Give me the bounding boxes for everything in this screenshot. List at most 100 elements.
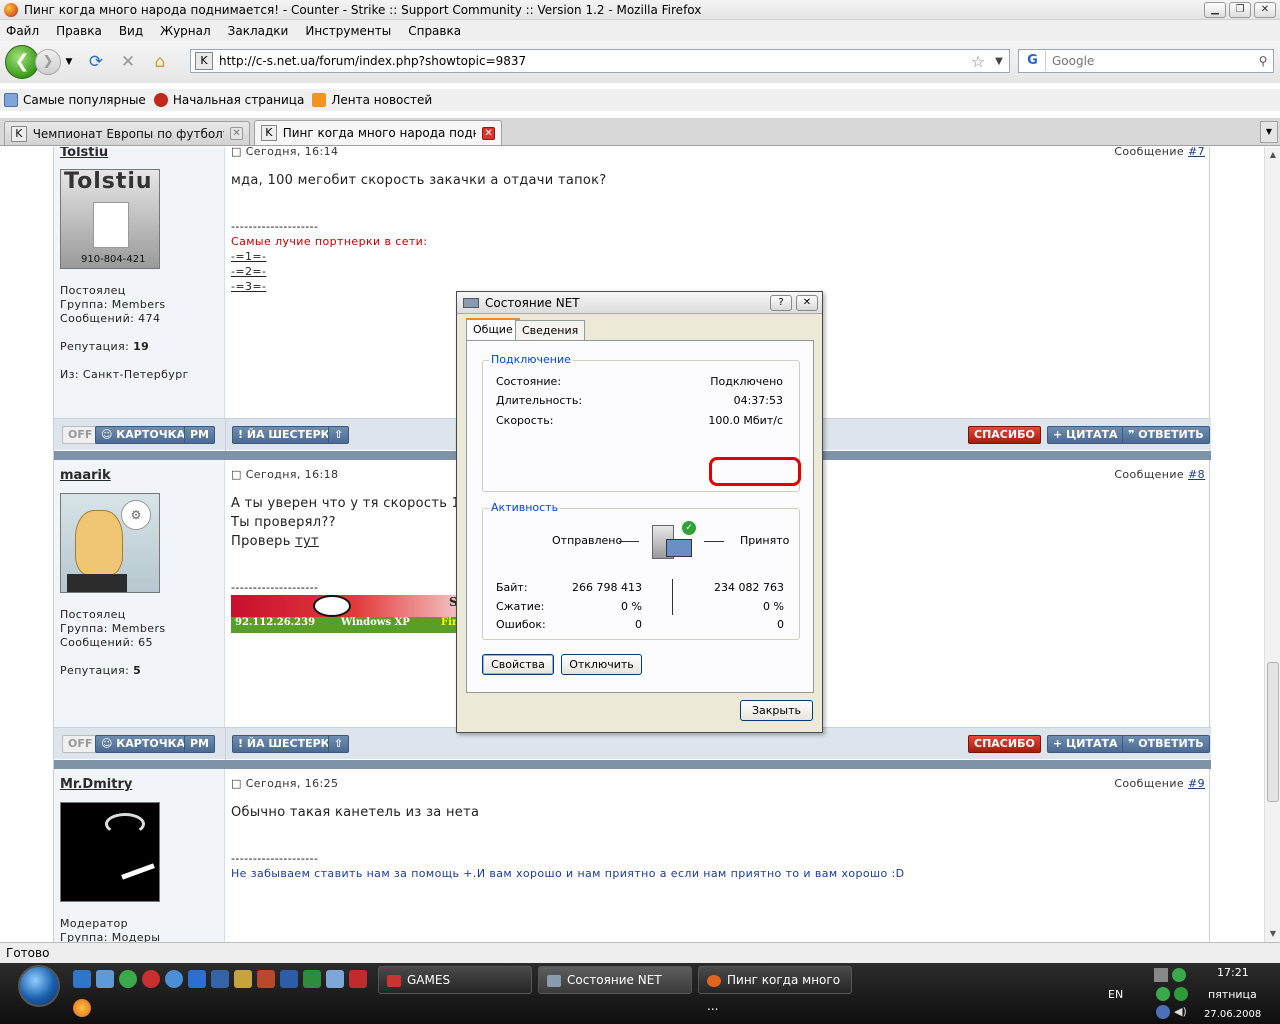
user-info: Постоялец Группа: Members Сообщений: 474… — [60, 284, 189, 381]
dialog-close-button[interactable]: ✕ — [796, 295, 818, 311]
search-bar[interactable]: G ⚲ — [1018, 49, 1274, 73]
tray-app-icon[interactable] — [1172, 968, 1186, 982]
firefox-quicklaunch-icon[interactable] — [73, 999, 91, 1017]
taskbar-item-games[interactable]: GAMES — [378, 966, 532, 994]
profile-card-button[interactable]: ☺ КАРТОЧКА — [95, 735, 192, 753]
quicklaunch-icon[interactable] — [257, 970, 275, 988]
close-button[interactable]: Закрыть — [740, 700, 813, 721]
signature-link[interactable]: -=1=- — [231, 250, 266, 263]
reputation-value: 19 — [133, 340, 150, 353]
quicklaunch-icon[interactable] — [326, 970, 344, 988]
clock-day: пятница — [1208, 988, 1257, 1001]
history-dropdown-icon[interactable]: ▼ — [63, 51, 75, 73]
tray-app-icon[interactable] — [1174, 987, 1188, 1001]
help-button[interactable]: ? — [770, 295, 792, 311]
post-author[interactable]: maarik — [60, 468, 111, 483]
quicklaunch-icon[interactable] — [96, 970, 114, 988]
quicklaunch-icon[interactable] — [349, 970, 367, 988]
forward-button[interactable]: ❯ — [35, 49, 61, 75]
minimize-button[interactable]: ▁ — [1204, 2, 1226, 18]
menu-bar: Файл Правка Вид Журнал Закладки Инструме… — [0, 20, 1280, 41]
pm-button[interactable]: PM — [184, 426, 216, 444]
tab-details[interactable]: Сведения — [515, 320, 586, 341]
word-icon[interactable] — [280, 970, 298, 988]
home-icon[interactable]: ⌂ — [149, 51, 171, 73]
back-button[interactable]: ❮ — [5, 45, 39, 79]
reply-button[interactable]: ❞ ОТВЕТИТЬ — [1122, 735, 1210, 753]
signature-banner[interactable]: S 92.112.26.239 Windows XP Fir — [231, 595, 457, 633]
language-indicator[interactable]: EN — [1108, 988, 1123, 1001]
dialog-titlebar: Состояние NET — [457, 292, 822, 314]
url-dropdown-icon[interactable]: ▼ — [989, 56, 1009, 67]
tray-app-icon[interactable] — [1156, 1005, 1170, 1019]
menu-file[interactable]: Файл — [6, 24, 39, 38]
scroll-up-button[interactable]: ⇧ — [328, 426, 350, 444]
scroll-up-arrow-icon[interactable]: ▲ — [1265, 147, 1280, 163]
volume-icon[interactable]: ◀) — [1174, 1005, 1188, 1019]
tab-general[interactable]: Общие — [466, 318, 520, 341]
url-bar[interactable]: K http://c-s.net.ua/forum/index.php?show… — [190, 49, 1010, 73]
properties-button[interactable]: Свойства — [482, 654, 554, 675]
post-signature: -------------------- Самые лучие портнер… — [231, 220, 428, 293]
reply-button[interactable]: ❞ ОТВЕТИТЬ — [1122, 426, 1210, 444]
bookmark-star-icon[interactable]: ☆ — [967, 52, 989, 71]
profile-card-button[interactable]: ☺ КАРТОЧКА — [95, 426, 192, 444]
maximize-button[interactable]: ❐ — [1229, 2, 1251, 18]
pm-button[interactable]: PM — [184, 735, 216, 753]
post-author[interactable]: Mr.Dmitry — [60, 777, 132, 792]
menu-tools[interactable]: Инструменты — [305, 24, 391, 38]
scrollbar-thumb[interactable] — [1267, 662, 1279, 802]
internet-explorer-icon[interactable] — [188, 970, 206, 988]
bookmark-start-page[interactable]: Начальная страница — [153, 93, 304, 107]
quicklaunch-icon[interactable] — [211, 970, 229, 988]
signature-link[interactable]: -=3=- — [231, 280, 266, 293]
quote-button[interactable]: + ЦИТАТА — [1047, 735, 1124, 753]
menu-bookmarks[interactable]: Закладки — [228, 24, 289, 38]
quote-button[interactable]: + ЦИТАТА — [1047, 426, 1124, 444]
quicklaunch-icon[interactable] — [234, 970, 252, 988]
menu-view[interactable]: Вид — [119, 24, 143, 38]
menu-help[interactable]: Справка — [408, 24, 461, 38]
bookmark-news-feed[interactable]: Лента новостей — [312, 93, 432, 107]
scroll-up-button[interactable]: ⇧ — [328, 735, 350, 753]
quicklaunch-icon[interactable] — [119, 970, 137, 988]
close-window-button[interactable]: ✕ — [1254, 2, 1276, 18]
reload-icon[interactable]: ⟳ — [85, 51, 107, 73]
search-icon[interactable]: ⚲ — [1253, 54, 1273, 68]
clock-time[interactable]: 17:21 — [1217, 966, 1249, 979]
google-icon[interactable]: G — [1020, 51, 1046, 71]
excel-icon[interactable] — [303, 970, 321, 988]
bookmark-most-visited[interactable]: Самые популярные — [4, 93, 146, 107]
page-scrollbar[interactable]: ▲ ▼ — [1264, 147, 1280, 942]
post-link[interactable]: тут — [295, 534, 319, 549]
thanks-button[interactable]: СПАСИБО — [968, 735, 1041, 753]
all-tabs-dropdown-icon[interactable]: ▼ — [1260, 121, 1278, 143]
search-input[interactable] — [1046, 51, 1253, 71]
network-tray-icon[interactable] — [1154, 968, 1168, 982]
bytes-sent-value: 266 798 413 — [572, 581, 642, 594]
menu-edit[interactable]: Правка — [56, 24, 102, 38]
start-button[interactable] — [18, 965, 60, 1007]
scroll-down-arrow-icon[interactable]: ▼ — [1265, 926, 1280, 942]
thanks-button[interactable]: СПАСИБО — [968, 426, 1041, 444]
folder-icon — [4, 93, 18, 107]
taskbar-item-firefox[interactable]: Пинг когда много ... — [698, 966, 852, 1013]
show-desktop-icon[interactable] — [73, 970, 91, 988]
tab-ping-topic[interactable]: K Пинг когда много народа подни... ✕ — [254, 120, 502, 145]
tab-close-icon[interactable]: ✕ — [482, 126, 495, 140]
quicklaunch-icon[interactable] — [165, 970, 183, 988]
stop-icon[interactable]: ✕ — [117, 51, 139, 73]
quicklaunch-icon[interactable] — [142, 970, 160, 988]
menu-history[interactable]: Журнал — [160, 24, 211, 38]
url-text[interactable]: http://c-s.net.ua/forum/index.php?showto… — [219, 54, 967, 68]
signature-link[interactable]: -=2=- — [231, 265, 266, 278]
tab-euro-football[interactable]: K Чемпионат Европы по футболу 20... ✕ — [4, 121, 250, 145]
tab-close-icon[interactable]: ✕ — [230, 127, 243, 140]
disconnect-button[interactable]: Отключить — [561, 654, 642, 675]
forum-post: Mr.Dmitry Модератор Группа: Модеры □ Сег… — [54, 769, 1211, 942]
post-author[interactable]: Tolstiu — [60, 147, 108, 160]
dialog-tab-panel: Подключение Состояние: Подключено Длител… — [466, 340, 814, 693]
tray-app-icon[interactable] — [1156, 987, 1170, 1001]
taskbar-item-network-status[interactable]: Состояние NET — [538, 966, 692, 994]
errors-label: Ошибок: — [496, 618, 546, 631]
